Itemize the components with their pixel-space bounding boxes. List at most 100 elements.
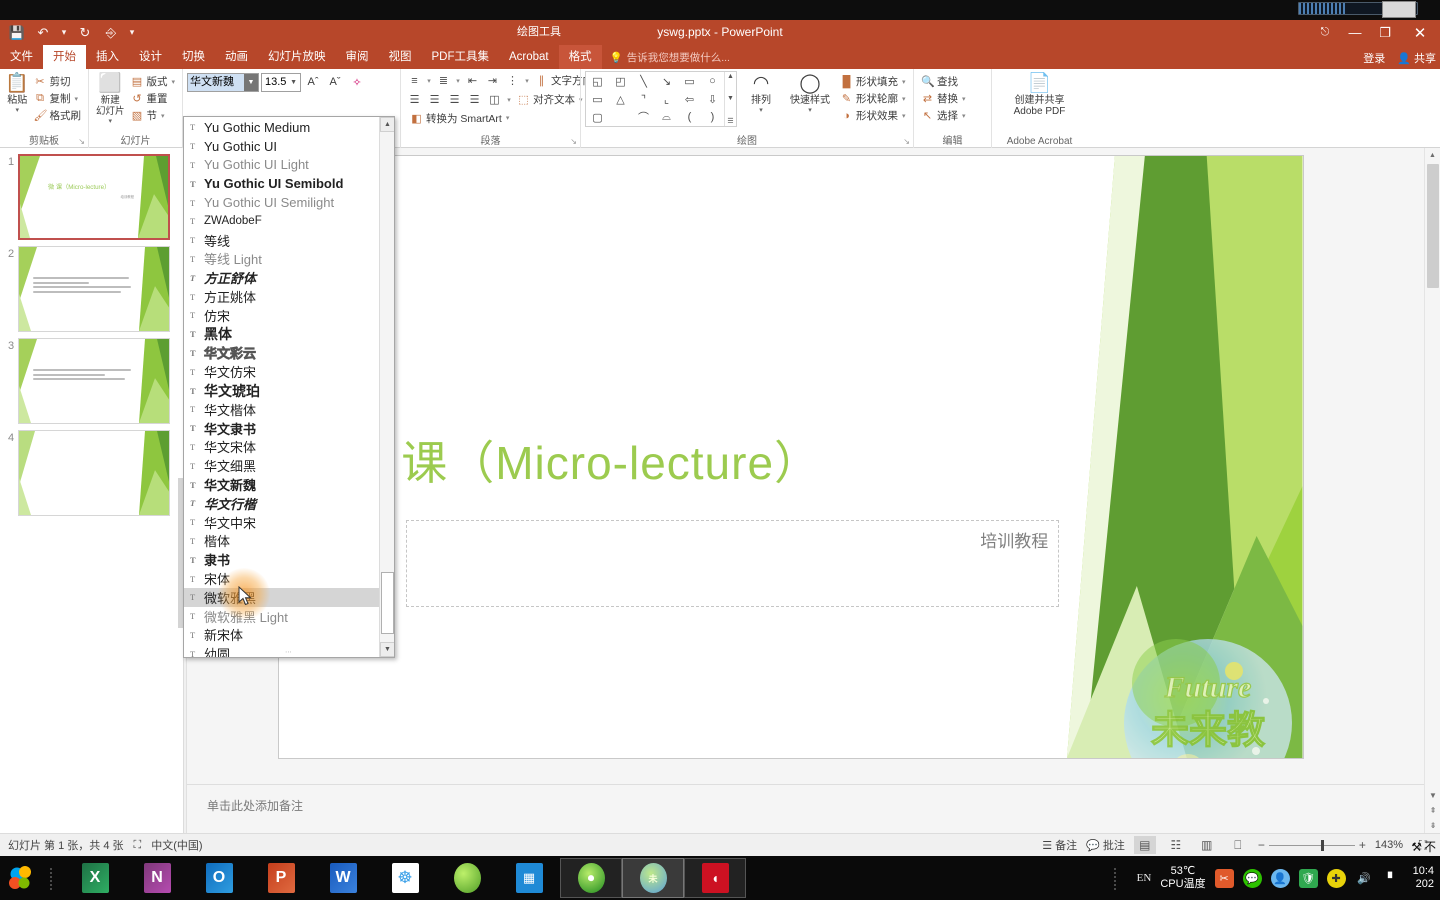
font-item-microsoft-yahei-light[interactable]: T 微软雅黑 Light <box>184 607 381 626</box>
font-item-yu-gothic-medium[interactable]: T Yu Gothic Medium <box>184 118 381 137</box>
font-item-huawen-kaiti[interactable]: T 华文楷体 <box>184 400 381 419</box>
quick-styles-button[interactable]: ◯ 快速样式 ▾ <box>785 71 835 114</box>
shape-arrow-icon[interactable]: ↘ <box>655 72 678 90</box>
shapes-gallery-scroll[interactable]: ▲ ▼ ☰ <box>724 72 736 126</box>
shrink-font-icon[interactable]: Aˇ <box>325 73 345 92</box>
font-item-huawen-zhongsong[interactable]: T 华文中宋 <box>184 513 381 532</box>
numbering-caret-icon[interactable]: ▾ <box>454 77 462 85</box>
create-share-pdf-button[interactable]: 📄 创建并共享 Adobe PDF <box>996 71 1083 117</box>
slide-title-placeholder[interactable]: 微 课（Micro-lecture） <box>340 427 1016 493</box>
font-item-songti[interactable]: T 宋体 <box>184 569 381 588</box>
tab-format[interactable]: 格式 <box>558 45 602 69</box>
font-name-combobox[interactable]: 华文新魏 ▼ <box>187 72 259 92</box>
font-item-dengxian[interactable]: T 等线 <box>184 231 381 250</box>
font-list-scroll-thumb[interactable] <box>381 572 394 634</box>
font-list-resize-grip[interactable]: ⋯ <box>285 648 293 656</box>
language-label[interactable]: 中文(中国) <box>151 837 202 853</box>
font-size-combobox[interactable]: 13.5 ▼ <box>261 72 301 92</box>
font-size-dropdown-arrow-icon[interactable]: ▼ <box>290 79 300 86</box>
font-item-huawen-xingkai[interactable]: T 华文行楷 <box>184 494 381 513</box>
slide-thumbnail-pane[interactable]: 1 微 课（Micro-lecture） 培训教程 2 3 4 <box>0 148 184 833</box>
drawing-dialog-launcher-icon[interactable]: ↘ <box>903 137 910 146</box>
line-spacing-icon[interactable]: ⋮ <box>503 71 522 90</box>
security-shield-icon[interactable]: 🛡 <box>1298 868 1318 888</box>
zoom-slider[interactable]: − + <box>1258 838 1366 852</box>
zoom-track[interactable] <box>1268 839 1355 851</box>
font-item-yu-gothic-ui-light[interactable]: T Yu Gothic UI Light <box>184 156 381 175</box>
taskbar-item-wps-cloud[interactable]: ☸ <box>374 858 436 898</box>
font-item-huawen-fangsong[interactable]: T 华文仿宋 <box>184 362 381 381</box>
font-list-scrollbar[interactable]: ▲ ▼ <box>379 117 394 657</box>
tab-file[interactable]: 文件 <box>0 45 43 69</box>
align-right-icon[interactable]: ☰ <box>445 90 464 109</box>
scroll-down-icon[interactable]: ▼ <box>1425 788 1440 803</box>
scroll-up-icon[interactable]: ▲ <box>1425 148 1440 163</box>
tell-me-search[interactable]: 💡 告诉我您想要做什么... <box>610 45 730 69</box>
layout-caret-icon[interactable]: ▾ <box>171 78 175 86</box>
font-item-microsoft-yahei[interactable]: T 微软雅黑 <box>184 587 381 607</box>
notes-pane[interactable]: 单击此处添加备注 <box>187 785 1440 833</box>
slide-sorter-view-button[interactable]: ☷ <box>1165 836 1187 854</box>
font-name-dropdown-arrow-icon[interactable]: ▼ <box>244 73 258 91</box>
taskbar-item-future-education[interactable]: 未 <box>622 858 684 898</box>
section-caret-icon[interactable]: ▾ <box>161 112 165 120</box>
minimize-button[interactable]: — <box>1340 20 1370 45</box>
font-item-dengxian-light[interactable]: T 等线 Light <box>184 250 381 269</box>
font-item-yu-gothic-ui[interactable]: T Yu Gothic UI <box>184 137 381 156</box>
shape-elbow2-icon[interactable]: ⌞ <box>655 90 678 108</box>
tab-animations[interactable]: 动画 <box>215 45 258 69</box>
thumbnail-row[interactable]: 3 <box>0 332 183 424</box>
taskbar-item-excel[interactable]: X <box>64 858 126 898</box>
convert-smartart-button[interactable]: ◧ 转换为 SmartArt ▾ <box>407 110 512 127</box>
tab-insert[interactable]: 插入 <box>86 45 129 69</box>
taskbar-clock[interactable]: 10:4 202 <box>1411 865 1434 891</box>
shape-rectangle-icon[interactable]: ▭ <box>678 72 701 90</box>
close-button[interactable]: ✕ <box>1400 20 1440 45</box>
font-item-lishu[interactable]: T 隶书 <box>184 550 381 569</box>
slide-subtitle-placeholder[interactable]: 培训教程 <box>405 520 1060 608</box>
thumbnail-slide-4[interactable] <box>18 430 170 516</box>
next-slide-icon[interactable]: ⇟ <box>1425 818 1440 833</box>
shapes-more-icon[interactable]: ☰ <box>727 117 733 125</box>
font-item-huawen-lishu[interactable]: T 华文隶书 <box>184 419 381 438</box>
clipboard-dialog-launcher-icon[interactable]: ↘ <box>78 137 85 146</box>
shape-triangle-icon[interactable]: △ <box>609 90 632 108</box>
scroll-bottom-controls[interactable]: ▼ ⇞ ⇟ <box>1425 788 1440 833</box>
tab-pdf-toolkit[interactable]: PDF工具集 <box>422 45 500 69</box>
font-item-yu-gothic-ui-semilight[interactable]: T Yu Gothic UI Semilight <box>184 193 381 212</box>
line-spacing-caret-icon[interactable]: ▾ <box>523 77 531 85</box>
increase-indent-icon[interactable]: ⇥ <box>483 71 502 90</box>
paste-caret-icon[interactable]: ▾ <box>15 106 19 114</box>
scroll-thumb[interactable] <box>1427 164 1439 288</box>
bullets-icon[interactable]: ≡ <box>405 71 424 90</box>
cut-button[interactable]: ✂ 剪切 <box>31 73 85 90</box>
slideshow-view-button[interactable]: ⎕ <box>1227 836 1249 854</box>
thumbnail-row[interactable]: 4 <box>0 424 183 516</box>
zoom-level-label[interactable]: 143% <box>1375 839 1403 851</box>
font-item-huawen-caiyun[interactable]: T 华文彩云 <box>184 344 381 363</box>
layout-button[interactable]: ▤ 版式 ▾ <box>127 73 178 90</box>
zoom-in-button[interactable]: + <box>1359 838 1366 852</box>
taskbar-item-powerpoint[interactable]: P <box>250 858 312 898</box>
shape-oval-icon[interactable]: ○ <box>701 72 724 90</box>
shape-elbow-icon[interactable]: ⌝ <box>632 90 655 108</box>
font-list-scroll-down-icon[interactable]: ▼ <box>380 642 394 657</box>
share-button[interactable]: 👤 共享 <box>1397 50 1436 66</box>
align-text-button[interactable]: ⬚ 对齐文本 ▾ <box>514 91 586 108</box>
previous-slide-icon[interactable]: ⇞ <box>1425 803 1440 818</box>
copy-button[interactable]: ⧉ 复制 ▾ <box>31 90 85 107</box>
thumbnail-slide-3[interactable] <box>18 338 170 424</box>
font-item-xinsongti[interactable]: T 新宋体 <box>184 626 381 645</box>
font-item-fangsong[interactable]: T 仿宋 <box>184 306 381 325</box>
smartart-caret-icon[interactable]: ▾ <box>506 114 510 122</box>
align-left-icon[interactable]: ☰ <box>405 90 424 109</box>
comments-button[interactable]: 💬 批注 <box>1086 837 1125 853</box>
volume-icon[interactable]: 🔊 <box>1355 869 1374 888</box>
copy-caret-icon[interactable]: ▾ <box>75 95 79 103</box>
select-caret-icon[interactable]: ▾ <box>962 112 966 120</box>
taskbar-item-onenote[interactable]: N <box>126 858 188 898</box>
cpu-temperature-widget[interactable]: 53℃ CPU温度 <box>1160 865 1205 891</box>
zoom-handle[interactable] <box>1320 839 1324 851</box>
shape-freeform-icon[interactable]: ⁯ <box>609 108 632 126</box>
accessibility-icon[interactable]: ⛶ <box>134 839 142 852</box>
